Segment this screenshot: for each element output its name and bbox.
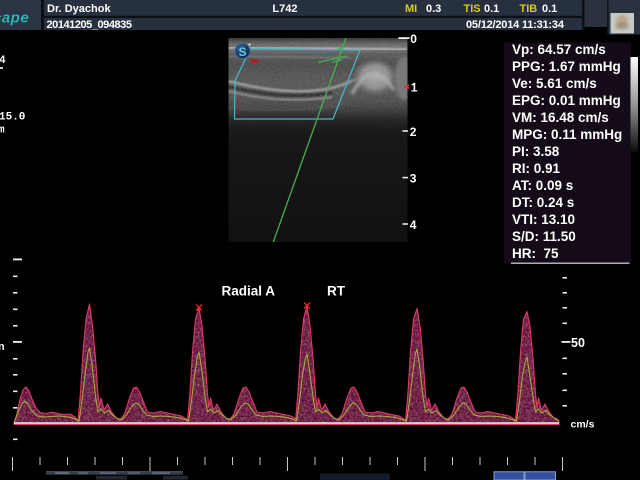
svg-text:05/12/2014 11:31:34: 05/12/2014 11:31:34 (466, 19, 565, 31)
svg-text:TIB: TIB (520, 3, 538, 15)
svg-text:2: 2 (410, 125, 417, 139)
svg-text:1: 1 (411, 80, 418, 94)
svg-text:MPG: 0.11 mmHg: MPG: 0.11 mmHg (512, 127, 622, 142)
svg-text:RI: 0.91: RI: 0.91 (512, 161, 561, 176)
svg-text:Dr. Dyachok: Dr. Dyachok (47, 3, 111, 15)
svg-text:4: 4 (410, 218, 417, 232)
svg-text:AT: 0.09 s: AT: 0.09 s (512, 178, 573, 193)
svg-text:DT: 0.24 s: DT: 0.24 s (512, 195, 574, 210)
svg-text:HR: 75: HR: 75 (512, 246, 559, 261)
svg-text:TIS: TIS (464, 3, 481, 15)
svg-text:4: 4 (0, 55, 6, 67)
svg-text:MI: MI (405, 3, 417, 15)
svg-text:Radial A: Radial A (222, 284, 276, 299)
svg-text:0.1: 0.1 (484, 3, 499, 15)
svg-text:20141205_094835: 20141205_094835 (47, 19, 132, 31)
svg-text:m: m (0, 125, 5, 137)
svg-text:0.3: 0.3 (426, 3, 441, 15)
svg-text:RT: RT (327, 284, 346, 299)
svg-text:0.1: 0.1 (542, 3, 557, 15)
svg-text:L742: L742 (272, 3, 297, 15)
svg-text:15.0: 15.0 (0, 112, 25, 124)
svg-text:0: 0 (410, 32, 417, 46)
svg-text:VM: 16.48 cm/s: VM: 16.48 cm/s (512, 110, 609, 125)
svg-text:EPG: 0.01 mmHg: EPG: 0.01 mmHg (512, 93, 621, 108)
svg-text:PI: 3.58: PI: 3.58 (512, 144, 560, 159)
svg-text:Vp: 64.57 cm/s: Vp: 64.57 cm/s (512, 42, 606, 57)
svg-text:3: 3 (410, 172, 417, 186)
svg-text:cm/s: cm/s (571, 419, 595, 431)
svg-text:VTI: 13.10: VTI: 13.10 (512, 212, 575, 227)
svg-text:50: 50 (571, 336, 585, 350)
svg-text:n: n (0, 342, 5, 354)
svg-text:cape: cape (0, 10, 29, 27)
svg-text:Ve: 5.61 cm/s: Ve: 5.61 cm/s (512, 76, 597, 91)
svg-text:PPG: 1.67 mmHg: PPG: 1.67 mmHg (512, 59, 621, 74)
svg-text:S/D: 11.50: S/D: 11.50 (512, 229, 576, 244)
svg-text:S: S (238, 45, 246, 59)
